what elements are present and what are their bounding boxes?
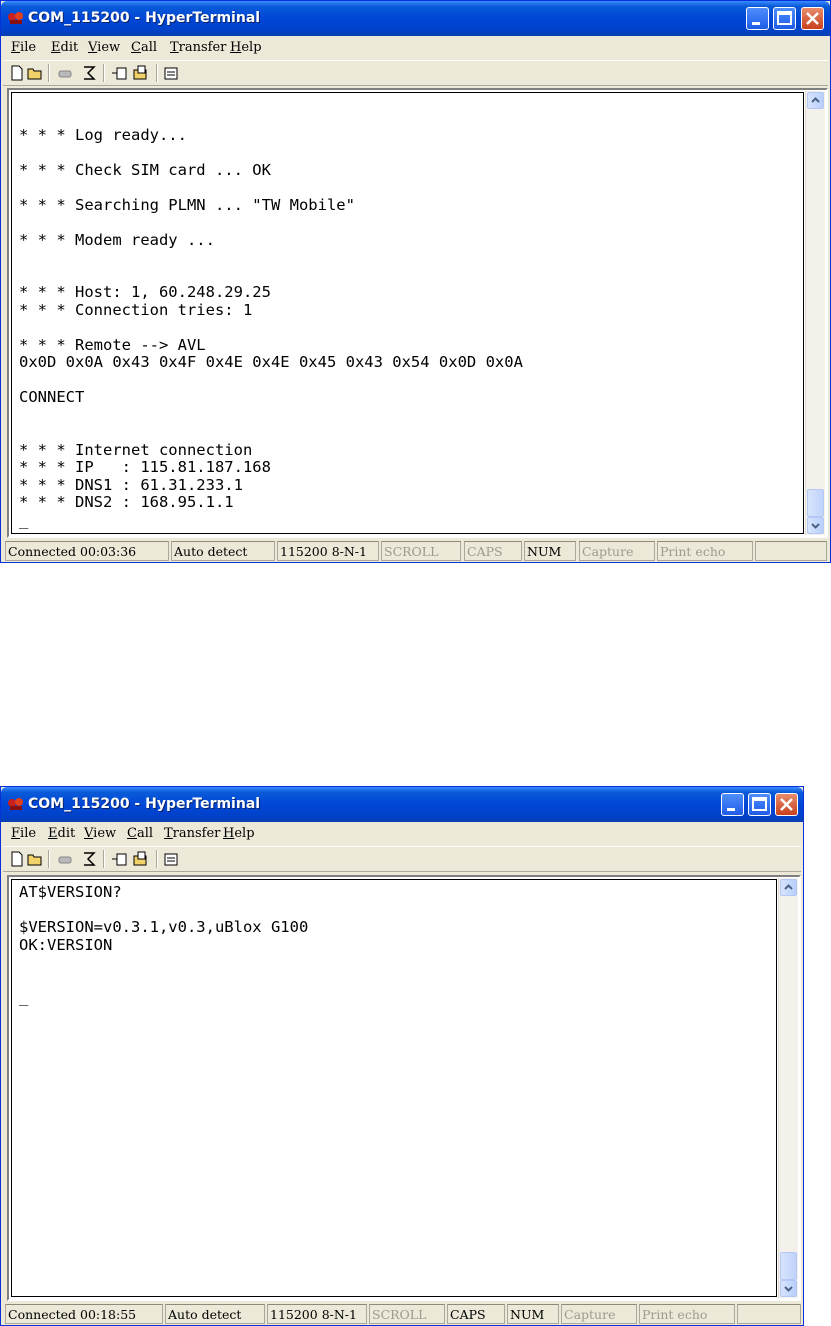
- send-icon[interactable]: [111, 851, 127, 867]
- scroll-up-button[interactable]: [807, 92, 824, 109]
- toolbar: [3, 846, 801, 872]
- status-detect: Auto detect: [165, 1304, 265, 1324]
- hyperterminal-app-icon: [8, 798, 23, 810]
- hyperterminal-window-1: COM_115200 - HyperTerminal File Edit Vie…: [0, 0, 831, 563]
- menu-file[interactable]: File: [11, 40, 36, 55]
- menu-call[interactable]: Call: [127, 826, 153, 841]
- minimize-icon: [727, 808, 735, 811]
- status-detect: Auto detect: [171, 541, 275, 561]
- status-num: NUM: [507, 1304, 559, 1324]
- toolbar-separator: [156, 850, 158, 868]
- scroll-down-icon: [784, 1286, 793, 1292]
- menu-help[interactable]: Help: [230, 40, 262, 55]
- toolbar-separator: [103, 64, 105, 82]
- status-print-echo: Print echo: [639, 1304, 735, 1324]
- status-capture: Capture: [579, 541, 655, 561]
- status-empty: [737, 1304, 801, 1324]
- close-button[interactable]: [801, 7, 824, 30]
- new-icon[interactable]: [9, 65, 25, 81]
- status-empty: [755, 541, 827, 561]
- receive-icon[interactable]: [133, 65, 149, 81]
- terminal-screen[interactable]: AT$VERSION? $VERSION=v0.3.1,v0.3,uBlox G…: [11, 879, 777, 1297]
- status-caps: CAPS: [447, 1304, 505, 1324]
- maximize-button[interactable]: [773, 7, 796, 30]
- status-port: 115200 8-N-1: [267, 1304, 367, 1324]
- menu-edit[interactable]: Edit: [51, 40, 78, 55]
- terminal-output: AT$VERSION? $VERSION=v0.3.1,v0.3,uBlox G…: [19, 883, 309, 1006]
- menu-help[interactable]: Help: [223, 826, 255, 841]
- status-bar: Connected 00:03:36 Auto detect 115200 8-…: [1, 540, 830, 562]
- maximize-button[interactable]: [748, 793, 771, 816]
- window-title: COM_115200 - HyperTerminal: [28, 796, 261, 812]
- status-caps: CAPS: [464, 541, 522, 561]
- scroll-down-button[interactable]: [807, 517, 824, 534]
- disconnect-icon[interactable]: [57, 65, 73, 81]
- menu-file[interactable]: File: [11, 826, 36, 841]
- scroll-thumb[interactable]: [807, 489, 824, 517]
- toolbar-separator: [48, 850, 50, 868]
- scroll-up-icon: [811, 97, 820, 103]
- toolbar-separator: [48, 64, 50, 82]
- scroll-down-icon: [811, 523, 820, 529]
- status-scroll: SCROLL: [369, 1304, 445, 1324]
- title-bar[interactable]: COM_115200 - HyperTerminal: [1, 787, 803, 822]
- menu-view[interactable]: View: [84, 826, 116, 841]
- status-connected: Connected 00:18:55: [5, 1304, 163, 1324]
- hyperterminal-window-2: COM_115200 - HyperTerminal File Edit Vie…: [0, 786, 804, 1326]
- scroll-up-icon: [784, 884, 793, 890]
- status-scroll: SCROLL: [381, 541, 461, 561]
- status-capture: Capture: [561, 1304, 637, 1324]
- menu-bar: File Edit View Call Transfer Help: [3, 37, 828, 59]
- status-print-echo: Print echo: [657, 541, 753, 561]
- disconnect-icon[interactable]: [57, 851, 73, 867]
- close-icon: [780, 798, 793, 811]
- menu-view[interactable]: View: [88, 40, 120, 55]
- menu-bar: File Edit View Call Transfer Help: [3, 823, 801, 845]
- send-icon[interactable]: [111, 65, 127, 81]
- status-port: 115200 8-N-1: [277, 541, 379, 561]
- status-num: NUM: [524, 541, 576, 561]
- menu-transfer[interactable]: Transfer: [164, 826, 220, 841]
- dial-icon[interactable]: [81, 851, 97, 867]
- window-title: COM_115200 - HyperTerminal: [28, 10, 261, 26]
- terminal-area[interactable]: AT$VERSION? $VERSION=v0.3.1,v0.3,uBlox G…: [7, 875, 801, 1301]
- vertical-scrollbar[interactable]: [778, 878, 798, 1298]
- status-bar: Connected 00:18:55 Auto detect 115200 8-…: [1, 1303, 803, 1325]
- scroll-thumb[interactable]: [780, 1252, 797, 1280]
- close-button[interactable]: [775, 793, 798, 816]
- menu-edit[interactable]: Edit: [48, 826, 75, 841]
- vertical-scrollbar[interactable]: [805, 91, 825, 535]
- minimize-button[interactable]: [746, 7, 769, 30]
- receive-icon[interactable]: [133, 851, 149, 867]
- maximize-icon: [777, 11, 792, 25]
- menu-transfer[interactable]: Transfer: [170, 40, 226, 55]
- properties-icon[interactable]: [163, 851, 179, 867]
- terminal-area[interactable]: * * * Log ready... * * * Check SIM card …: [7, 88, 828, 538]
- terminal-screen[interactable]: * * * Log ready... * * * Check SIM card …: [11, 92, 804, 534]
- toolbar: [3, 60, 828, 86]
- scroll-up-button[interactable]: [780, 879, 797, 896]
- open-icon[interactable]: [27, 851, 43, 867]
- dial-icon[interactable]: [81, 65, 97, 81]
- open-icon[interactable]: [27, 65, 43, 81]
- close-icon: [806, 12, 819, 25]
- toolbar-separator: [103, 850, 105, 868]
- new-icon[interactable]: [9, 851, 25, 867]
- terminal-output: * * * Log ready... * * * Check SIM card …: [19, 125, 523, 529]
- minimize-icon: [752, 22, 760, 25]
- scroll-down-button[interactable]: [780, 1280, 797, 1297]
- properties-icon[interactable]: [163, 65, 179, 81]
- maximize-icon: [752, 797, 767, 811]
- menu-call[interactable]: Call: [131, 40, 157, 55]
- minimize-button[interactable]: [721, 793, 744, 816]
- toolbar-separator: [156, 64, 158, 82]
- title-bar[interactable]: COM_115200 - HyperTerminal: [1, 1, 830, 36]
- status-connected: Connected 00:03:36: [5, 541, 169, 561]
- hyperterminal-app-icon: [8, 12, 23, 24]
